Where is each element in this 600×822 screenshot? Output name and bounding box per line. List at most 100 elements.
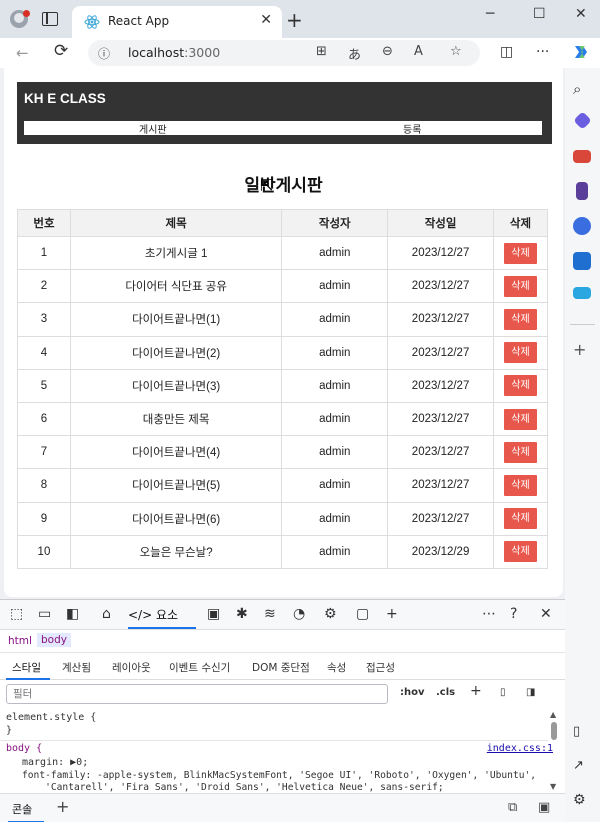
new-style-rule-icon[interactable]: + bbox=[470, 683, 482, 699]
table-row: 1 초기게시글 1 admin 2023/12/27 삭제 bbox=[17, 235, 548, 271]
delete-button[interactable]: 삭제 bbox=[504, 375, 537, 397]
delete-button[interactable]: 삭제 bbox=[504, 474, 537, 496]
delete-button[interactable]: 삭제 bbox=[504, 441, 537, 463]
tab-react-app[interactable]: React App ✕ bbox=[72, 6, 282, 38]
devtools-panel: ⬚ ▭ ◧ ⌂ </> 요소 ▣ ✱ ≋ ◔ ⚙ ▢ + ⋯ ? ✕ html … bbox=[0, 599, 565, 822]
memory-chip-icon[interactable]: ⚙ bbox=[324, 606, 337, 622]
styles-filter-input[interactable] bbox=[6, 684, 388, 704]
styles-scrollbar[interactable]: ▲ ▼ bbox=[550, 710, 558, 791]
more-tools-plus-icon[interactable]: + bbox=[386, 606, 398, 622]
external-link-icon[interactable]: ↗ bbox=[573, 758, 591, 776]
split-screen-icon[interactable]: ◫ bbox=[500, 44, 513, 60]
microsoft-365-icon[interactable] bbox=[573, 217, 591, 235]
subtab-styles[interactable]: 스타일 bbox=[12, 660, 41, 675]
row-title[interactable]: 초기게시글 1 bbox=[69, 235, 283, 271]
row-title[interactable]: 다이어트끝나면(6) bbox=[69, 501, 283, 536]
url-text[interactable]: localhost:3000 bbox=[128, 45, 220, 60]
subtab-dom-breakpoints[interactable]: DOM 중단점 bbox=[252, 660, 310, 675]
devtools-more-icon[interactable]: ⋯ bbox=[482, 606, 496, 622]
subtab-layout[interactable]: 레이아웃 bbox=[112, 660, 151, 675]
delete-button[interactable]: 삭제 bbox=[504, 308, 537, 330]
add-sidebar-icon[interactable]: + bbox=[573, 340, 591, 359]
site-info-icon[interactable]: ⓘ bbox=[98, 45, 110, 62]
nav-register-link[interactable]: 등록 bbox=[403, 121, 421, 136]
tag-icon[interactable] bbox=[573, 111, 592, 130]
subtab-properties[interactable]: 속성 bbox=[327, 660, 346, 675]
copilot-icon[interactable] bbox=[571, 42, 591, 62]
dock-side-icon[interactable]: ◧ bbox=[66, 606, 79, 622]
url-bar[interactable]: ⓘ localhost:3000 ⊞ あ ⊖ A ☆ bbox=[88, 40, 480, 66]
toggle-hover-state[interactable]: :hov bbox=[400, 687, 425, 698]
delete-button[interactable]: 삭제 bbox=[504, 342, 537, 364]
performance-gauge-icon[interactable]: ◔ bbox=[293, 606, 305, 622]
scroll-down-icon[interactable]: ▼ bbox=[550, 782, 556, 791]
drawer-tab-console[interactable]: 콘솔 bbox=[12, 801, 32, 817]
margin-declaration[interactable]: margin: ▶0; bbox=[22, 757, 88, 768]
device-toolbar-icon[interactable]: ▭ bbox=[38, 606, 51, 622]
zoom-icon[interactable]: ⊖ bbox=[382, 44, 393, 59]
toggle-sidebar-icon[interactable]: ◨ bbox=[526, 687, 535, 698]
inspect-element-icon[interactable]: ⬚ bbox=[10, 606, 23, 622]
games-icon[interactable] bbox=[576, 182, 588, 200]
row-title[interactable]: 다이어트끝나면(4) bbox=[69, 435, 283, 470]
subtab-event-listeners[interactable]: 이벤트 수신기 bbox=[169, 660, 230, 675]
source-link[interactable]: index.css:1 bbox=[487, 743, 553, 754]
send-icon[interactable] bbox=[573, 287, 591, 299]
scroll-up-icon[interactable]: ▲ bbox=[550, 710, 556, 719]
delete-button[interactable]: 삭제 bbox=[504, 408, 537, 430]
row-date: 2023/12/29 bbox=[387, 534, 495, 569]
welcome-home-icon[interactable]: ⌂ bbox=[102, 606, 111, 622]
element-state-icon[interactable]: ▯ bbox=[500, 687, 506, 698]
delete-button[interactable]: 삭제 bbox=[504, 242, 537, 264]
row-title[interactable]: 다이어트끝나면(2) bbox=[69, 335, 283, 370]
favorite-star-icon[interactable]: ☆ bbox=[450, 44, 462, 59]
toggle-class-editor[interactable]: .cls bbox=[436, 687, 455, 698]
subtab-computed[interactable]: 계산됨 bbox=[62, 660, 91, 675]
outlook-icon[interactable] bbox=[573, 252, 591, 270]
font-family-declaration[interactable]: font-family: -apple-system, BlinkMacSyst… bbox=[22, 770, 536, 781]
row-title[interactable]: 다이어트끝나면(5) bbox=[69, 468, 283, 503]
help-icon[interactable]: ? bbox=[510, 606, 517, 622]
row-title[interactable]: 대충만든 제목 bbox=[69, 401, 283, 437]
read-aloud-icon[interactable]: A bbox=[414, 44, 423, 59]
sidebar-layout-icon[interactable]: ▯ bbox=[573, 724, 591, 742]
app-available-icon[interactable]: ⊞ bbox=[316, 44, 327, 59]
close-window-button[interactable]: ✕ bbox=[575, 6, 587, 22]
subtab-accessibility[interactable]: 접근성 bbox=[366, 660, 395, 675]
console-panel-icon[interactable]: ▣ bbox=[207, 606, 220, 622]
network-wifi-icon[interactable]: ≋ bbox=[264, 606, 276, 622]
tab-actions-icon[interactable] bbox=[42, 12, 58, 26]
drawer-dock-icon[interactable]: ⧉ bbox=[508, 800, 517, 815]
crumb-body[interactable]: body bbox=[37, 633, 71, 647]
translate-icon[interactable]: あ bbox=[348, 44, 361, 63]
row-title[interactable]: 다이어터 식단표 공유 bbox=[69, 269, 283, 304]
back-button[interactable]: ← bbox=[16, 44, 29, 62]
tab-close-icon[interactable]: ✕ bbox=[260, 12, 272, 28]
sources-bug-icon[interactable]: ✱ bbox=[236, 606, 248, 622]
row-title[interactable]: 다이어트끝나면(1) bbox=[69, 302, 283, 337]
delete-button[interactable]: 삭제 bbox=[504, 508, 537, 530]
drawer-screenshot-icon[interactable]: ▣ bbox=[538, 800, 550, 815]
reload-button[interactable]: ⟳ bbox=[54, 41, 68, 61]
row-title[interactable]: 다이어트끝나면(3) bbox=[69, 368, 283, 403]
delete-button[interactable]: 삭제 bbox=[504, 275, 537, 297]
crumb-html[interactable]: html bbox=[8, 635, 32, 647]
drawer-add-tab-icon[interactable]: + bbox=[56, 797, 69, 816]
maximize-button[interactable]: ☐ bbox=[533, 6, 546, 22]
delete-button[interactable]: 삭제 bbox=[504, 541, 537, 563]
element-style-rule[interactable]: element.style { bbox=[6, 712, 96, 723]
nav-board-link[interactable]: 게시판 bbox=[139, 121, 167, 136]
tab-elements[interactable]: </> 요소 bbox=[128, 606, 178, 623]
new-tab-button[interactable]: + bbox=[286, 8, 303, 32]
minimize-button[interactable]: ─ bbox=[486, 6, 494, 22]
devtools-close-icon[interactable]: ✕ bbox=[540, 606, 552, 622]
more-menu-button[interactable]: ··· bbox=[536, 44, 549, 60]
styles-filter-row: :hov .cls + ▯ ◨ bbox=[0, 680, 565, 710]
body-rule-selector[interactable]: body { bbox=[6, 743, 42, 754]
scrollbar-thumb[interactable] bbox=[551, 722, 557, 740]
toolbox-icon[interactable] bbox=[573, 150, 591, 163]
application-icon[interactable]: ▢ bbox=[356, 606, 369, 622]
row-title[interactable]: 오늘은 무슨날? bbox=[69, 534, 283, 569]
search-icon[interactable]: ⌕ bbox=[573, 80, 591, 98]
settings-gear-icon[interactable]: ⚙ bbox=[573, 792, 591, 810]
